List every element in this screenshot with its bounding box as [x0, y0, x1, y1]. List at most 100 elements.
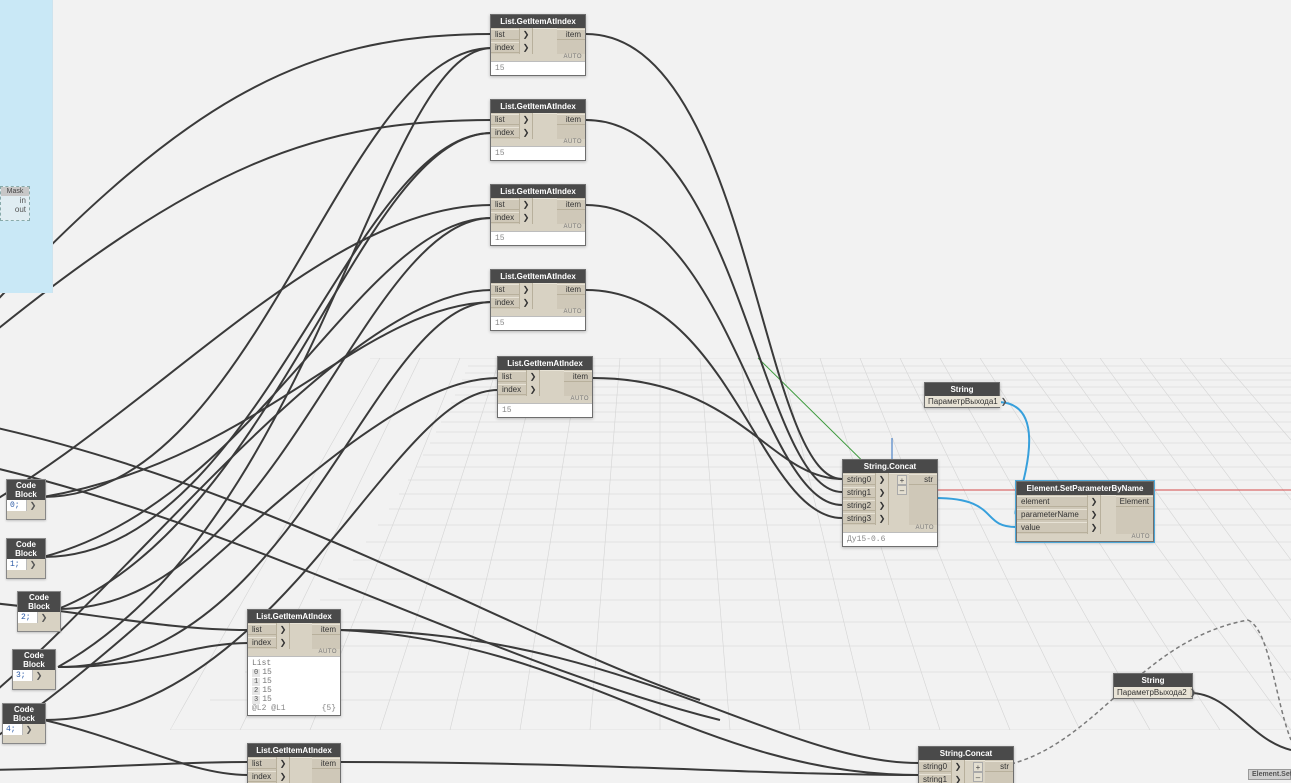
code-input[interactable]: 4; [3, 724, 23, 735]
port-index[interactable]: index [248, 771, 276, 782]
port-item[interactable]: item [557, 29, 585, 40]
preview-header: List [252, 659, 336, 668]
port-item[interactable]: item [564, 371, 592, 382]
port-in[interactable]: in [1, 196, 29, 205]
chevron-right-icon: ❯ [875, 499, 889, 512]
port-item[interactable]: item [312, 758, 340, 769]
node-code-block-4[interactable]: Code Block 4;❯ [2, 703, 46, 744]
node-string-concat-2[interactable]: String.Concat string0❯ string1❯ +– str [918, 746, 1014, 783]
code-input[interactable]: 0; [7, 500, 27, 511]
port-string0[interactable]: string0 [919, 761, 951, 772]
port-list[interactable]: list [491, 199, 519, 210]
port-item[interactable]: item [557, 114, 585, 125]
lacing-label: AUTO [491, 54, 585, 61]
node-title: Code Block [3, 704, 45, 724]
port-index[interactable]: index [491, 297, 519, 308]
chevron-right-icon: ❯ [27, 559, 39, 570]
node-code-block-1[interactable]: Code Block 1;❯ [6, 538, 46, 579]
node-string-2[interactable]: String ПараметрВыхода2 ❯ [1113, 673, 1193, 699]
node-preview-list: List 015 115 215 315 @L2 @L1{5} [248, 656, 340, 715]
port-string3[interactable]: string3 [843, 513, 875, 524]
chevron-right-icon: ❯ [526, 370, 540, 383]
chevron-right-icon: ❯ [1087, 508, 1101, 521]
code-input[interactable]: 3; [13, 670, 33, 681]
port-element[interactable]: element [1017, 496, 1087, 507]
node-element-set-partial[interactable]: Element.Set [1248, 769, 1291, 780]
preview-val: 15 [262, 668, 272, 677]
graph-canvas[interactable]: Mask in out List.GetItemAtIndex list❯ in… [0, 0, 1291, 783]
node-get-item-at-index-5[interactable]: List.GetItemAtIndex list❯ index❯ item AU… [497, 356, 593, 418]
node-code-block-2[interactable]: Code Block 2;❯ [17, 591, 61, 632]
port-list[interactable]: list [498, 371, 526, 382]
node-code-block-3[interactable]: Code Block 3;❯ [12, 649, 56, 690]
node-preview: Ду15-0.6 [843, 532, 937, 546]
side-panel [0, 0, 53, 293]
node-get-item-at-index-7[interactable]: List.GetItemAtIndex list❯ index❯ item [247, 743, 341, 783]
port-list[interactable]: list [491, 284, 519, 295]
lacing-label: AUTO [843, 525, 937, 532]
port-out[interactable]: out [1, 205, 29, 214]
node-title: Code Block [7, 539, 45, 559]
port-list[interactable]: list [491, 114, 519, 125]
port-index[interactable]: index [498, 384, 526, 395]
node-get-item-at-index-6[interactable]: List.GetItemAtIndex list❯ index❯ item AU… [247, 609, 341, 716]
lacing-label: AUTO [498, 396, 592, 403]
chevron-right-icon: ❯ [1001, 397, 1008, 406]
chevron-right-icon: ❯ [519, 296, 533, 309]
chevron-right-icon: ❯ [519, 113, 533, 126]
node-get-item-at-index-2[interactable]: List.GetItemAtIndex list❯ index❯ item AU… [490, 99, 586, 161]
port-list[interactable]: list [491, 29, 519, 40]
node-title: List.GetItemAtIndex [248, 610, 340, 623]
node-preview: 15 [491, 146, 585, 160]
port-item[interactable]: item [312, 624, 340, 635]
port-string1[interactable]: string1 [919, 774, 951, 783]
port-index[interactable]: index [491, 42, 519, 53]
add-input-button[interactable]: + [897, 475, 907, 485]
node-code-block-0[interactable]: Code Block 0;❯ [6, 479, 46, 520]
port-string2[interactable]: string2 [843, 500, 875, 511]
port-str[interactable]: str [909, 474, 937, 485]
node-title: String [925, 383, 999, 396]
chevron-right-icon: ❯ [526, 383, 540, 396]
preview-idx: 2 [252, 687, 260, 695]
code-input[interactable]: 2; [18, 612, 38, 623]
node-get-item-at-index-4[interactable]: List.GetItemAtIndex list❯ index❯ item AU… [490, 269, 586, 331]
port-index[interactable]: index [491, 127, 519, 138]
node-title: List.GetItemAtIndex [498, 357, 592, 370]
port-str[interactable]: str [985, 761, 1013, 772]
port-index[interactable]: index [248, 637, 276, 648]
chevron-right-icon: ❯ [519, 211, 533, 224]
chevron-right-icon: ❯ [1087, 495, 1101, 508]
preview-idx: 3 [252, 696, 260, 704]
node-preview: 15 [491, 231, 585, 245]
node-element-set-parameter-by-name[interactable]: Element.SetParameterByName element❯ para… [1016, 481, 1154, 542]
preview-footer-left: @L2 @L1 [252, 704, 286, 713]
node-string-1[interactable]: String ПараметрВыхода1 ❯ [924, 382, 1000, 408]
string-value[interactable]: ПараметрВыхода2 [1114, 687, 1190, 698]
port-list[interactable]: list [248, 624, 276, 635]
chevron-right-icon: ❯ [519, 41, 533, 54]
port-list[interactable]: list [248, 758, 276, 769]
node-title: Code Block [7, 480, 45, 500]
string-value[interactable]: ПараметрВыхода1 [925, 396, 1001, 407]
chevron-right-icon: ❯ [1087, 521, 1101, 534]
node-preview: 15 [491, 61, 585, 75]
port-string1[interactable]: string1 [843, 487, 875, 498]
node-string-concat-1[interactable]: String.Concat string0❯ string1❯ string2❯… [842, 459, 938, 547]
port-item[interactable]: item [557, 199, 585, 210]
port-index[interactable]: index [491, 212, 519, 223]
node-get-item-at-index-3[interactable]: List.GetItemAtIndex list❯ index❯ item AU… [490, 184, 586, 246]
preview-val: 15 [262, 677, 272, 686]
port-item[interactable]: item [557, 284, 585, 295]
port-parametername[interactable]: parameterName [1017, 509, 1087, 520]
node-mask-partial[interactable]: Mask in out [0, 186, 30, 221]
node-get-item-at-index-1[interactable]: List.GetItemAtIndex list❯ index❯ item AU… [490, 14, 586, 76]
port-string0[interactable]: string0 [843, 474, 875, 485]
port-element-out[interactable]: Element [1116, 496, 1153, 507]
chevron-right-icon: ❯ [875, 473, 889, 486]
add-input-button[interactable]: + [973, 762, 983, 772]
remove-input-button[interactable]: – [897, 485, 907, 495]
remove-input-button[interactable]: – [973, 772, 983, 782]
port-value[interactable]: value [1017, 522, 1087, 533]
code-input[interactable]: 1; [7, 559, 27, 570]
